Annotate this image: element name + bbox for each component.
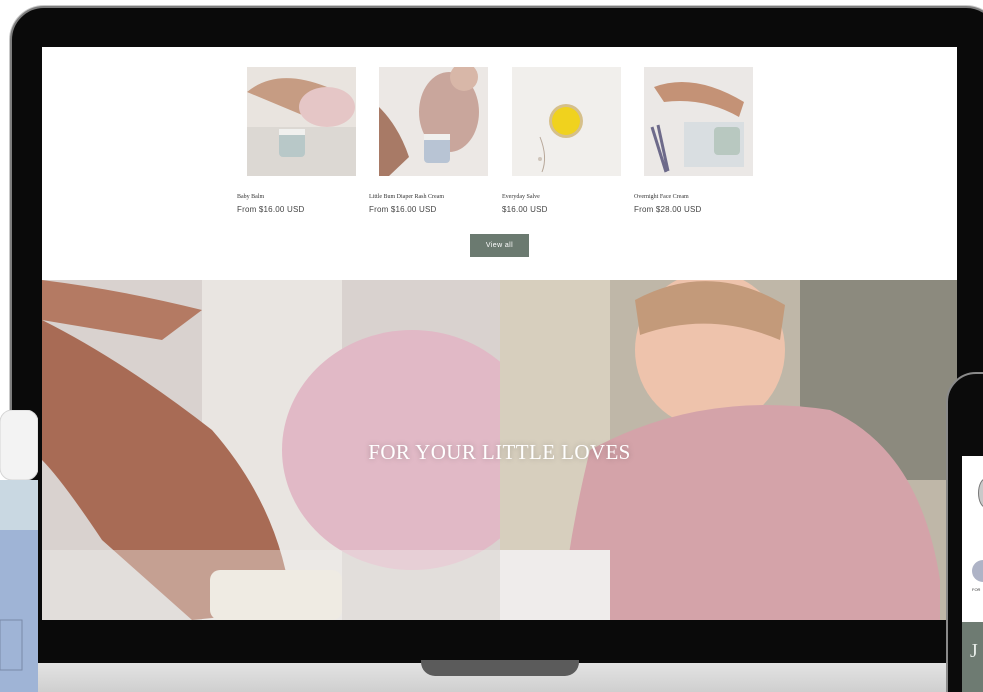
phone-letter: J [970, 640, 978, 662]
product-name[interactable]: Overnight Face Cream [634, 194, 774, 200]
hero-banner: FOR YOUR LITTLE LOVES [42, 280, 957, 620]
product-price: From $28.00 USD [634, 205, 702, 214]
hero-title: FOR YOUR LITTLE LOVES [368, 440, 631, 464]
product-image-overnight-face-cream[interactable] [644, 67, 753, 176]
product-image-baby-balm[interactable] [247, 67, 356, 176]
laptop-notch [421, 660, 579, 676]
phone-tiny-text: FOR [972, 587, 981, 592]
product-jar [0, 410, 38, 692]
view-all-button[interactable]: View all [470, 234, 529, 257]
product-price: From $16.00 USD [237, 205, 305, 214]
product-name[interactable]: Everyday Salve [502, 194, 642, 200]
product-price: From $16.00 USD [369, 205, 437, 214]
product-name[interactable]: Baby Balm [237, 194, 377, 200]
product-image-everyday-salve[interactable] [512, 67, 621, 176]
product-name[interactable]: Little Bum Diaper Rash Cream [369, 194, 509, 200]
laptop-screen: Baby Balm From $16.00 USD Little Bum Dia… [42, 47, 957, 620]
product-price: $16.00 USD [502, 205, 548, 214]
mockup-stage: Baby Balm From $16.00 USD Little Bum Dia… [0, 0, 983, 692]
product-image-little-bum[interactable] [379, 67, 488, 176]
